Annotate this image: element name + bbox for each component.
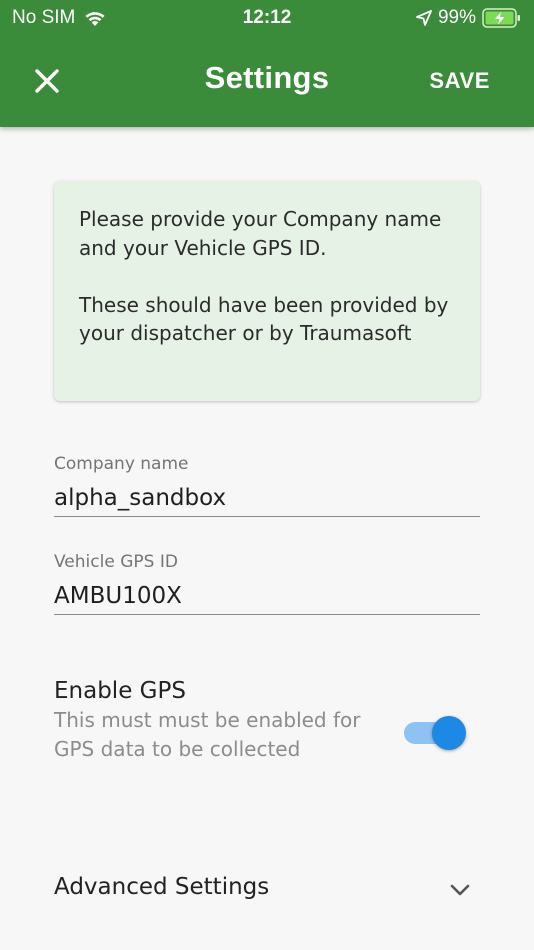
info-paragraph-2: These should have been provided by your …	[79, 292, 449, 346]
chevron-down-icon	[448, 878, 472, 902]
save-button[interactable]: SAVE	[429, 68, 490, 94]
info-paragraph-1: Please provide your Company name and you…	[79, 207, 442, 260]
enable-gps-description: This must must be enabled for GPS data t…	[54, 708, 361, 761]
location-arrow-icon	[416, 10, 432, 26]
vehicle-gps-id-field[interactable]: Vehicle GPS ID AMBU100X	[54, 552, 480, 615]
app-bar: No SIM 12:12 99% Settings SAVE	[0, 0, 534, 127]
company-name-input[interactable]: alpha_sandbox	[54, 480, 480, 516]
battery-charging-icon	[482, 8, 522, 28]
company-name-label: Company name	[54, 454, 189, 474]
vehicle-gps-id-input[interactable]: AMBU100X	[54, 578, 480, 614]
info-card: Please provide your Company name and you…	[54, 181, 480, 401]
company-name-field[interactable]: Company name alpha_sandbox	[54, 454, 480, 517]
battery-percent: 99%	[437, 7, 476, 28]
status-right: 99%	[416, 7, 522, 29]
advanced-settings-label: Advanced Settings	[54, 874, 270, 900]
vehicle-gps-id-label: Vehicle GPS ID	[54, 552, 178, 572]
toggle-thumb	[432, 716, 466, 750]
status-bar: No SIM 12:12 99%	[0, 0, 534, 36]
enable-gps-row: Enable GPS This must must be enabled for…	[54, 678, 480, 763]
toolbar: Settings SAVE	[0, 36, 534, 127]
advanced-settings-row[interactable]: Advanced Settings	[54, 862, 480, 918]
enable-gps-toggle[interactable]	[404, 716, 466, 750]
enable-gps-title: Enable GPS	[54, 678, 186, 704]
